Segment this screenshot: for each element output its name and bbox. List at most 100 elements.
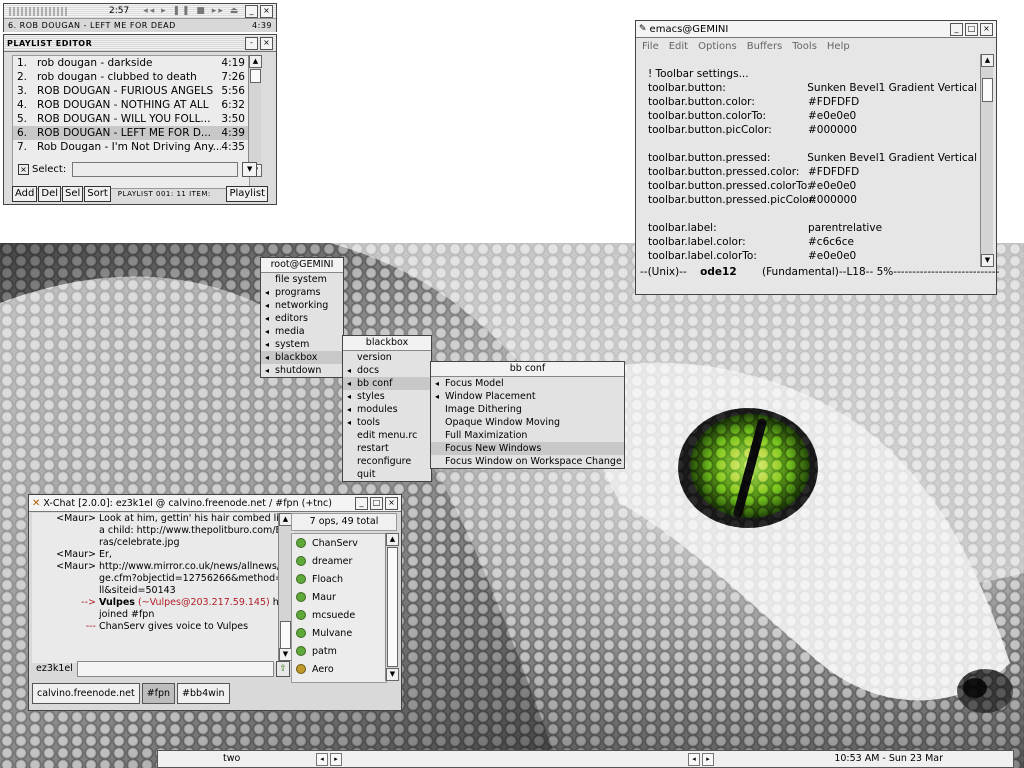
root-menu[interactable]: root@GEMINIfile systemprogramsnetworking… <box>260 257 344 378</box>
menu-item-version[interactable]: version <box>343 351 431 364</box>
close-icon[interactable]: × <box>980 22 993 36</box>
menu-item-help[interactable]: Help <box>827 41 850 52</box>
next-window-icon[interactable]: ▸ <box>702 753 714 766</box>
playlist-item[interactable]: 1. rob dougan - darkside 4:19 <box>13 56 249 70</box>
user-list-item[interactable]: dreamer <box>292 552 386 570</box>
del-button[interactable]: Del <box>38 185 62 202</box>
menu-item-focus-window-on-workspace-change[interactable]: Focus Window on Workspace Change <box>431 455 624 468</box>
menu-item-restart[interactable]: restart <box>343 442 431 455</box>
close-icon[interactable]: × <box>385 496 398 510</box>
prev-window-icon[interactable]: ◂ <box>688 753 700 766</box>
scroll-down-icon[interactable]: ▼ <box>386 668 399 681</box>
scroll-thumb[interactable] <box>982 78 993 102</box>
menu-item-docs[interactable]: docs <box>343 364 431 377</box>
menu-item-reconfigure[interactable]: reconfigure <box>343 455 431 468</box>
menu-item-full-maximization[interactable]: Full Maximization <box>431 429 624 442</box>
chat-input[interactable] <box>76 660 274 677</box>
bbconf-menu[interactable]: bb confFocus ModelWindow PlacementImage … <box>430 361 625 469</box>
emacs-titlebar[interactable]: ✎ emacs@GEMINI _ □ × <box>636 21 996 38</box>
scroll-up-icon[interactable]: ▲ <box>249 55 262 68</box>
playlist-item[interactable]: 2. rob dougan - clubbed to death 7:26 <box>13 70 249 84</box>
shade-icon[interactable]: - <box>245 36 258 50</box>
user-list-item[interactable]: Aero <box>292 660 386 678</box>
user-list-item[interactable]: Floach <box>292 570 386 588</box>
user-list-item[interactable]: mcsuede <box>292 606 386 624</box>
menu-item-media[interactable]: media <box>261 325 343 338</box>
menu-item-system[interactable]: system <box>261 338 343 351</box>
playlist-button[interactable]: Playlist <box>226 185 268 202</box>
menu-item-bb-conf[interactable]: bb conf <box>343 377 431 390</box>
menu-item-styles[interactable]: styles <box>343 390 431 403</box>
sort-button[interactable]: Sort <box>84 185 111 202</box>
xchat-window[interactable]: ✕ X-Chat [2.0.0]: ez3k1el @ calvino.free… <box>28 494 402 711</box>
next-workspace-icon[interactable]: ▸ <box>330 753 342 766</box>
minimize-icon[interactable]: _ <box>950 22 963 36</box>
menu-item-programs[interactable]: programs <box>261 286 343 299</box>
playlist-titlebar[interactable]: PLAYLIST EDITOR - × <box>4 35 276 52</box>
user-list[interactable]: ChanServ dreamer Floach Maur mcsuede Mulvane p… <box>291 533 387 683</box>
userlist-scrollbar[interactable]: ▲ ▼ <box>385 533 399 681</box>
user-list-item[interactable]: Maur <box>292 588 386 606</box>
menu-item-opaque-window-moving[interactable]: Opaque Window Moving <box>431 416 624 429</box>
user-list-item[interactable]: ChanServ <box>292 534 386 552</box>
playlist-item[interactable]: 7. Rob Dougan - I'm Not Driving Any... 4:3… <box>13 140 249 154</box>
minimize-icon[interactable]: _ <box>245 4 258 18</box>
playlist-item[interactable]: 3. ROB DOUGAN - FURIOUS ANGELS 5:56 <box>13 84 249 98</box>
menu-item-focus-model[interactable]: Focus Model <box>431 377 624 390</box>
menu-item-tools[interactable]: tools <box>343 416 431 429</box>
maximize-icon[interactable]: □ <box>370 496 383 510</box>
menu-item-quit[interactable]: quit <box>343 468 431 481</box>
prev-workspace-icon[interactable]: ◂ <box>316 753 328 766</box>
menu-item-edit[interactable]: Edit <box>669 41 688 52</box>
scroll-thumb[interactable] <box>250 69 261 83</box>
menu-item-focus-new-windows[interactable]: Focus New Windows <box>431 442 624 455</box>
user-list-item[interactable]: patm <box>292 642 386 660</box>
xmms-player-window[interactable]: 2:57 ◂◂ ▸ ❚❚ ■ ▸▸ ⏏ _ × 6. ROB DOUGAN - … <box>3 3 277 32</box>
select-dropdown-icon[interactable]: ▼ <box>242 162 258 177</box>
menu-item-networking[interactable]: networking <box>261 299 343 312</box>
menu-item-image-dithering[interactable]: Image Dithering <box>431 403 624 416</box>
sel-button[interactable]: Sel <box>62 185 84 202</box>
xmms-playlist-window[interactable]: PLAYLIST EDITOR - × 1. rob dougan - darks… <box>3 34 277 205</box>
emacs-window[interactable]: ✎ emacs@GEMINI _ □ × File Edit Options Buff… <box>635 20 999 295</box>
menu-item-edit-menu-rc[interactable]: edit menu.rc <box>343 429 431 442</box>
scroll-thumb[interactable] <box>280 621 291 649</box>
menu-item-window-placement[interactable]: Window Placement <box>431 390 624 403</box>
menu-item-file[interactable]: File <box>642 41 659 52</box>
close-icon[interactable]: × <box>260 36 273 50</box>
minibuffer[interactable] <box>636 280 980 293</box>
playlist-item[interactable]: 5. ROB DOUGAN - WILL YOU FOLL... 3:50 <box>13 112 249 126</box>
scroll-up-icon[interactable]: ▲ <box>981 54 994 67</box>
scroll-down-icon[interactable]: ▼ <box>981 254 994 267</box>
menu-item-tools[interactable]: Tools <box>792 41 817 52</box>
xchat-titlebar[interactable]: ✕ X-Chat [2.0.0]: ez3k1el @ calvino.free… <box>29 495 401 512</box>
playlist-item[interactable]: 6. ROB DOUGAN - LEFT ME FOR D... 4:39 <box>13 126 249 140</box>
minimize-icon[interactable]: _ <box>355 496 368 510</box>
scroll-thumb[interactable] <box>387 547 398 667</box>
menu-item-shutdown[interactable]: shutdown <box>261 364 343 377</box>
chat-scrollbar[interactable]: ▲ ▼ <box>278 513 292 661</box>
select-input[interactable] <box>72 162 239 177</box>
blackbox-menu[interactable]: blackboxversiondocsbb confstylesmodulest… <box>342 335 432 482</box>
tab--bb4win[interactable]: #bb4win <box>177 683 230 704</box>
menu-item-modules[interactable]: modules <box>343 403 431 416</box>
emacs-buffer[interactable]: ! Toolbar settings... toolbar.button: Sunk… <box>640 68 977 281</box>
user-list-item[interactable]: Mulvane <box>292 624 386 642</box>
chat-log[interactable]: <Maur> Look at him, gettin' his hair comb… <box>32 513 294 663</box>
tab--fpn[interactable]: #fpn <box>141 683 176 704</box>
emacs-scrollbar[interactable]: ▲ ▼ <box>980 54 994 267</box>
select-checkbox[interactable]: × <box>18 164 29 175</box>
playback-controls[interactable]: ◂◂ ▸ ❚❚ ■ ▸▸ ⏏ <box>143 6 240 16</box>
playlist-item[interactable]: 4. ROB DOUGAN - NOTHING AT ALL 6:32 <box>13 98 249 112</box>
menu-item-options[interactable]: Options <box>698 41 737 52</box>
workspace-name[interactable]: two <box>223 753 240 764</box>
tab-calvino-freenode-net[interactable]: calvino.freenode.net <box>32 683 140 704</box>
menu-item-blackbox[interactable]: blackbox <box>261 351 343 364</box>
scroll-up-icon[interactable]: ▲ <box>386 533 399 546</box>
maximize-icon[interactable]: □ <box>965 22 978 36</box>
send-icon[interactable]: ⇧ <box>276 660 290 677</box>
menu-item-file-system[interactable]: file system <box>261 273 343 286</box>
menu-item-editors[interactable]: editors <box>261 312 343 325</box>
playlist-scrollbar[interactable]: ▲ ▼ <box>248 55 262 177</box>
menu-item-buffers[interactable]: Buffers <box>747 41 783 52</box>
